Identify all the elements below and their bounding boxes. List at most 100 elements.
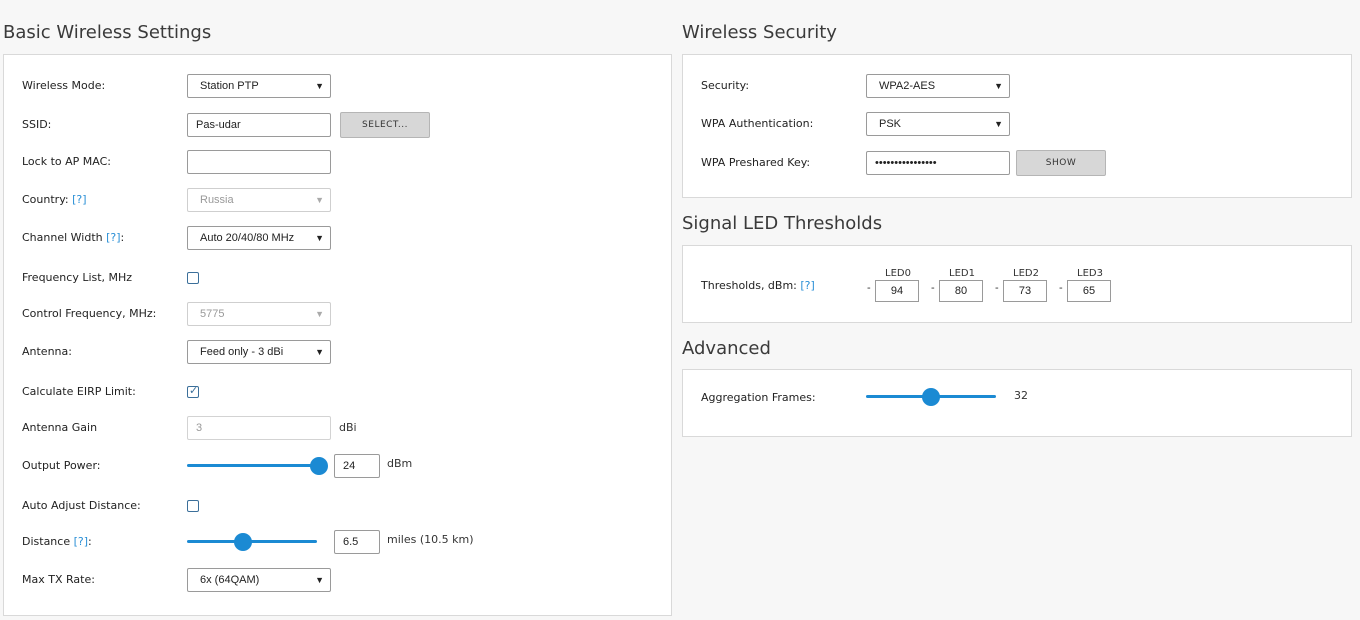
frequency-list-label: Frequency List, MHz: [22, 271, 133, 284]
wpa-auth-select[interactable]: PSK ▼: [866, 112, 1010, 136]
aggregation-slider-thumb[interactable]: [922, 388, 940, 406]
advanced-title: Advanced: [682, 338, 771, 359]
distance-slider-track: [187, 540, 317, 543]
led2-label: LED2: [1013, 268, 1039, 279]
caret-down-icon: ▼: [315, 309, 324, 319]
ssid-select-button[interactable]: SELECT...: [340, 112, 430, 138]
security-row: Security: WPA2-AES ▼: [701, 74, 1341, 98]
ssid-input[interactable]: Pas-udar: [187, 113, 331, 137]
channel-width-help-link[interactable]: [?]: [106, 231, 120, 244]
calc-eirp-row: Calculate EIRP Limit: ✓: [22, 380, 661, 404]
channel-width-select[interactable]: Auto 20/40/80 MHz ▼: [187, 226, 331, 250]
distance-slider[interactable]: [187, 532, 317, 552]
country-label-wrap: Country: [?]: [22, 188, 87, 212]
aggregation-label: Aggregation Frames:: [701, 391, 816, 404]
wireless-mode-select[interactable]: Station PTP ▼: [187, 74, 331, 98]
wireless-security-title: Wireless Security: [682, 22, 837, 43]
output-power-input[interactable]: 24: [334, 454, 380, 478]
thresholds-label: Thresholds, dBm:: [701, 279, 797, 292]
channel-width-row: Channel Width [?]: Auto 20/40/80 MHz ▼: [22, 226, 661, 250]
output-power-unit: dBm: [387, 457, 413, 470]
country-select: Russia ▼: [187, 188, 331, 212]
security-select[interactable]: WPA2-AES ▼: [866, 74, 1010, 98]
output-power-label: Output Power:: [22, 459, 101, 472]
wpa-auth-row: WPA Authentication: PSK ▼: [701, 112, 1341, 136]
psk-label: WPA Preshared Key:: [701, 156, 811, 169]
led2-input[interactable]: 73: [1003, 280, 1047, 302]
aggregation-row: Aggregation Frames: 32: [701, 386, 1341, 410]
caret-down-icon: ▼: [315, 347, 324, 357]
led3-input[interactable]: 65: [1067, 280, 1111, 302]
lock-ap-mac-row: Lock to AP MAC:: [22, 150, 661, 174]
distance-label-wrap: Distance [?]:: [22, 530, 92, 554]
led0-dash: -: [867, 282, 871, 294]
antenna-row: Antenna: Feed only - 3 dBi ▼: [22, 340, 661, 364]
country-value: Russia: [200, 194, 234, 206]
auto-adjust-label: Auto Adjust Distance:: [22, 499, 141, 512]
thresholds-label-wrap: Thresholds, dBm: [?]: [701, 274, 815, 298]
distance-slider-thumb[interactable]: [233, 533, 252, 551]
channel-width-colon: :: [120, 231, 125, 244]
ssid-label: SSID:: [22, 118, 52, 131]
antenna-select[interactable]: Feed only - 3 dBi ▼: [187, 340, 331, 364]
distance-row: Distance [?]: 6.5 miles (10.5 km): [22, 530, 661, 554]
led1-input[interactable]: 80: [939, 280, 983, 302]
auto-adjust-checkbox[interactable]: [187, 500, 199, 512]
antenna-gain-label: Antenna Gain: [22, 421, 98, 434]
psk-row: WPA Preshared Key: •••••••••••••••• SHOW: [701, 150, 1341, 176]
antenna-label: Antenna:: [22, 345, 72, 358]
distance-label: Distance: [22, 535, 71, 548]
wpa-auth-value: PSK: [879, 118, 902, 130]
antenna-value: Feed only - 3 dBi: [200, 346, 284, 358]
channel-width-value: Auto 20/40/80 MHz: [200, 232, 295, 244]
control-frequency-value: 5775: [200, 308, 225, 320]
distance-unit: miles (10.5 km): [387, 533, 474, 546]
calc-eirp-label: Calculate EIRP Limit:: [22, 385, 136, 398]
aggregation-value: 32: [1014, 389, 1028, 402]
wireless-mode-label: Wireless Mode:: [22, 79, 106, 92]
antenna-gain-row: Antenna Gain 3 dBi: [22, 416, 661, 440]
calc-eirp-checkbox[interactable]: ✓: [187, 385, 199, 398]
led1-label: LED1: [949, 268, 975, 279]
advanced-panel: Aggregation Frames: 32: [682, 369, 1352, 437]
psk-show-button[interactable]: SHOW: [1016, 150, 1106, 176]
output-power-slider[interactable]: [187, 456, 328, 476]
country-help-link[interactable]: [?]: [72, 193, 86, 206]
led0-input[interactable]: 94: [875, 280, 919, 302]
output-power-slider-thumb[interactable]: [310, 457, 328, 475]
aggregation-slider[interactable]: [866, 387, 996, 407]
security-label: Security:: [701, 79, 750, 92]
led0-label: LED0: [885, 268, 911, 279]
checkmark-icon: ✓: [189, 385, 199, 397]
output-power-row: Output Power: 24 dBm: [22, 454, 661, 478]
control-frequency-label: Control Frequency, MHz:: [22, 307, 157, 320]
caret-down-icon: ▼: [315, 233, 324, 243]
basic-settings-title: Basic Wireless Settings: [3, 22, 212, 43]
wireless-mode-value: Station PTP: [200, 80, 259, 92]
caret-down-icon: ▼: [994, 81, 1003, 91]
wpa-auth-label: WPA Authentication:: [701, 117, 814, 130]
max-tx-rate-row: Max TX Rate: 6x (64QAM) ▼: [22, 568, 661, 592]
led1-dash: -: [931, 282, 935, 294]
lock-ap-mac-input[interactable]: [187, 150, 331, 174]
max-tx-rate-select[interactable]: 6x (64QAM) ▼: [187, 568, 331, 592]
country-row: Country: [?] Russia ▼: [22, 188, 661, 212]
signal-led-title: Signal LED Thresholds: [682, 213, 883, 234]
signal-led-panel: Thresholds, dBm: [?] - LED0 94 - LED1 80…: [682, 245, 1352, 323]
thresholds-row: Thresholds, dBm: [?] - LED0 94 - LED1 80…: [701, 268, 1341, 308]
distance-input[interactable]: 6.5: [334, 530, 380, 554]
distance-help-link[interactable]: [?]: [74, 535, 88, 548]
caret-down-icon: ▼: [994, 119, 1003, 129]
thresholds-help-link[interactable]: [?]: [800, 279, 814, 292]
frequency-list-row: Frequency List, MHz: [22, 266, 661, 290]
led3-dash: -: [1059, 282, 1063, 294]
caret-down-icon: ▼: [315, 81, 324, 91]
control-frequency-row: Control Frequency, MHz: 5775 ▼: [22, 302, 661, 326]
antenna-gain-unit: dBi: [339, 421, 357, 434]
control-frequency-select: 5775 ▼: [187, 302, 331, 326]
max-tx-rate-label: Max TX Rate:: [22, 573, 95, 586]
frequency-list-checkbox[interactable]: [187, 272, 199, 284]
ssid-row: SSID: Pas-udar SELECT...: [22, 112, 661, 138]
antenna-gain-input: 3: [187, 416, 331, 440]
psk-input[interactable]: ••••••••••••••••: [866, 151, 1010, 175]
